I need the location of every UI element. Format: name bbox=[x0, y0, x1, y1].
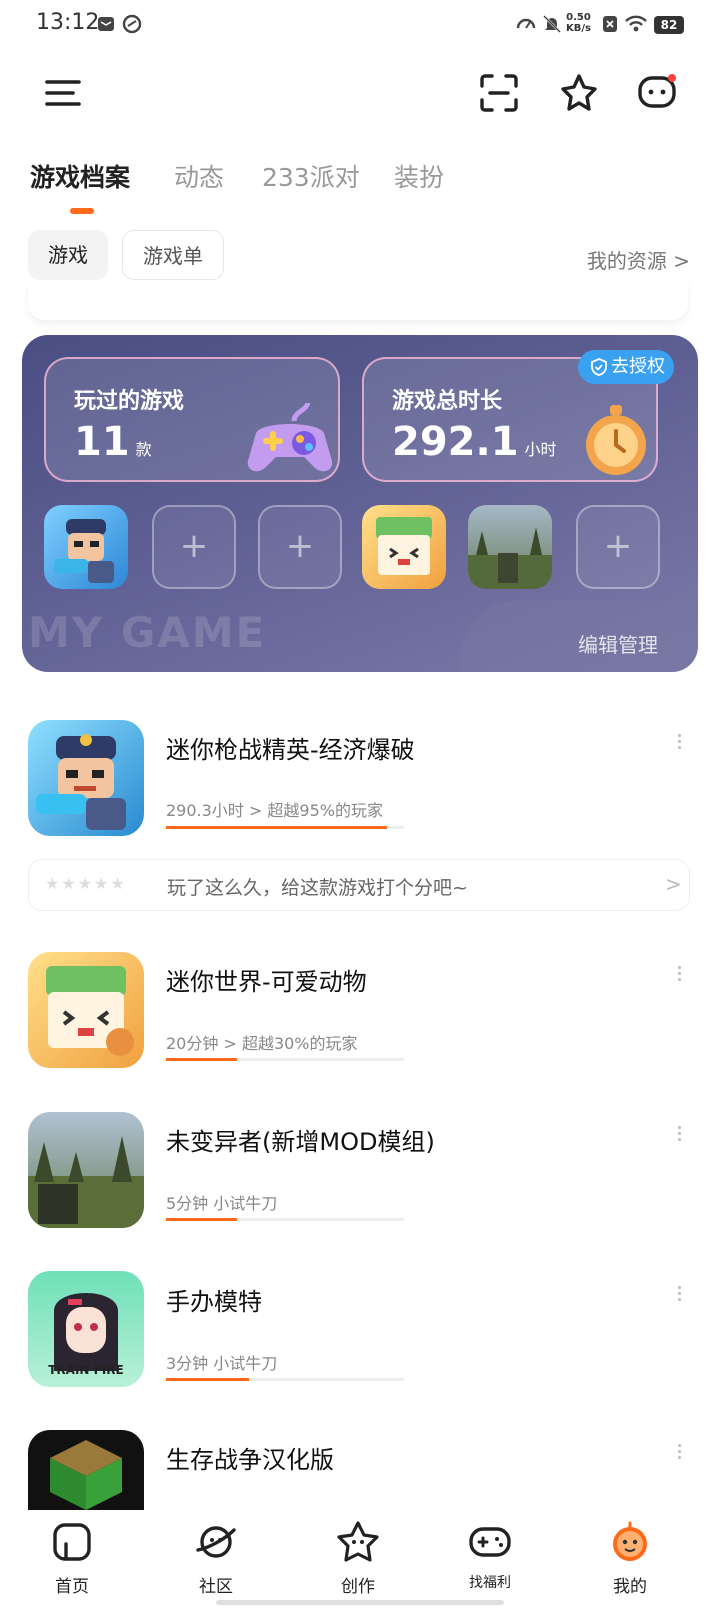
status-bar: 13:12 0.50 KB/s 82 bbox=[0, 0, 720, 50]
tab-dressup[interactable]: 装扮 bbox=[394, 158, 444, 194]
empty-game-slot[interactable]: + bbox=[576, 505, 660, 589]
rate-game-prompt[interactable]: ★★★★★ 玩了这么久，给这款游戏打个分吧~ > bbox=[28, 859, 690, 911]
game-title[interactable]: 未变异者(新增MOD模组) bbox=[166, 1122, 435, 1157]
tab-activity[interactable]: 动态 bbox=[174, 158, 224, 194]
more-options-icon[interactable] bbox=[676, 1442, 682, 1462]
played-games-label: 玩过的游戏 bbox=[74, 389, 185, 414]
nav-create[interactable]: 创作 bbox=[308, 1510, 408, 1610]
playtime-progress-bar bbox=[166, 1378, 404, 1381]
more-options-icon[interactable] bbox=[676, 1124, 682, 1144]
empty-game-slot[interactable]: + bbox=[152, 505, 236, 589]
mini-world-thumbnail-icon bbox=[376, 517, 432, 575]
game-icon[interactable] bbox=[28, 720, 144, 836]
gun-game-thumbnail-icon bbox=[54, 519, 114, 583]
nav-label: 我的 bbox=[613, 1577, 647, 1597]
game-playtime[interactable]: 3分钟 小试牛刀 bbox=[166, 1350, 277, 1374]
nav-community[interactable]: 社区 bbox=[166, 1510, 266, 1610]
avatar-icon bbox=[613, 1521, 647, 1561]
nav-home[interactable]: 首页 bbox=[22, 1510, 122, 1610]
nav-label: 社区 bbox=[199, 1577, 233, 1597]
collapsed-banner bbox=[28, 282, 688, 320]
playtime-progress-bar bbox=[166, 1218, 404, 1221]
profile-tabs: 游戏档案 动态 233派对 装扮 bbox=[28, 158, 588, 198]
filter-games-chip[interactable]: 游戏 bbox=[28, 230, 108, 280]
game-title[interactable]: 迷你世界-可爱动物 bbox=[166, 962, 367, 997]
chevron-right-icon: > bbox=[665, 872, 682, 896]
my-resources-link[interactable]: 我的资源 > bbox=[587, 245, 690, 274]
nav-label: 创作 bbox=[341, 1577, 375, 1597]
playtime-progress-fill bbox=[166, 826, 388, 829]
played-games-stat[interactable]: 玩过的游戏 11 款 bbox=[44, 357, 340, 482]
tab-party[interactable]: 233派对 bbox=[262, 158, 360, 194]
speedometer-icon bbox=[516, 18, 536, 29]
home-indicator bbox=[216, 1600, 504, 1605]
total-playtime-value: 292.1 小时 bbox=[392, 419, 557, 465]
playtime-progress-fill bbox=[166, 1218, 238, 1221]
gamepad-icon bbox=[247, 403, 333, 472]
planet-icon bbox=[196, 1526, 236, 1558]
playtime-progress-bar bbox=[166, 1058, 404, 1061]
empty-game-slot[interactable]: + bbox=[258, 505, 342, 589]
mini-world-icon bbox=[46, 966, 134, 1056]
edit-manage-button[interactable]: 编辑管理 bbox=[578, 629, 658, 658]
mail-icon bbox=[98, 17, 114, 31]
total-playtime-label: 游戏总时长 bbox=[392, 389, 503, 414]
menu-icon[interactable] bbox=[42, 72, 84, 114]
game-icon[interactable]: TRAIN FIRE bbox=[28, 1271, 144, 1387]
tab-game-profile[interactable]: 游戏档案 bbox=[30, 158, 130, 194]
bottom-nav: 首页 社区 创作 找福利 我的 bbox=[0, 1510, 720, 1612]
authorize-button[interactable]: 去授权 bbox=[578, 350, 674, 384]
recent-game-slot[interactable] bbox=[362, 505, 446, 589]
stopwatch-icon bbox=[586, 405, 646, 475]
wifi-icon bbox=[625, 15, 647, 32]
sim-off-icon bbox=[603, 16, 617, 32]
nav-rewards[interactable]: 找福利 bbox=[440, 1510, 540, 1610]
game-icon[interactable] bbox=[28, 1112, 144, 1228]
game-icon[interactable] bbox=[28, 952, 144, 1068]
game-title[interactable]: 迷你枪战精英-经济爆破 bbox=[166, 730, 415, 765]
playtime-progress-fill bbox=[166, 1058, 238, 1061]
star-face-icon bbox=[337, 1521, 379, 1562]
icon-caption: TRAIN FIRE bbox=[48, 1363, 124, 1377]
shield-check-icon bbox=[591, 358, 607, 376]
star-badge-icon[interactable] bbox=[558, 72, 600, 114]
gamepad-icon bbox=[469, 1527, 511, 1557]
clock: 13:12 bbox=[36, 10, 100, 35]
game-playtime[interactable]: 5分钟 小试牛刀 bbox=[166, 1190, 277, 1214]
nav-label: 首页 bbox=[55, 1577, 89, 1597]
gun-game-icon bbox=[36, 734, 126, 830]
more-options-icon[interactable] bbox=[676, 1284, 682, 1304]
game-playtime[interactable]: 20分钟 > 超越30%的玩家 bbox=[166, 1030, 358, 1054]
nav-me[interactable]: 我的 bbox=[580, 1510, 680, 1610]
more-options-icon[interactable] bbox=[676, 732, 682, 752]
nav-label: 找福利 bbox=[469, 1575, 511, 1591]
active-tab-indicator bbox=[70, 208, 94, 214]
home-icon bbox=[53, 1523, 91, 1561]
game-playtime[interactable]: 290.3小时 > 超越95%的玩家 bbox=[166, 797, 383, 821]
message-icon[interactable] bbox=[636, 72, 678, 114]
rating-stars[interactable]: ★★★★★ bbox=[45, 874, 127, 893]
playtime-progress-bar bbox=[166, 826, 404, 829]
app-notification-icon bbox=[122, 14, 142, 34]
recent-game-slot[interactable] bbox=[44, 505, 128, 589]
game-title[interactable]: 手办模特 bbox=[166, 1282, 262, 1317]
scan-icon[interactable] bbox=[478, 72, 520, 114]
survival-craft-icon bbox=[50, 1440, 122, 1510]
game-title[interactable]: 生存战争汉化版 bbox=[166, 1440, 334, 1475]
rate-prompt-text: 玩了这么久，给这款游戏打个分吧~ bbox=[167, 877, 468, 899]
survival-game-thumbnail-icon bbox=[468, 527, 552, 589]
unturned-icon bbox=[28, 1136, 144, 1228]
mute-bell-icon bbox=[543, 15, 561, 33]
battery-indicator: 82 bbox=[654, 16, 684, 34]
game-icon[interactable] bbox=[28, 1430, 144, 1510]
filter-gamelist-chip[interactable]: 游戏单 bbox=[122, 230, 224, 280]
net-speed: 0.50 KB/s bbox=[566, 12, 591, 34]
playtime-progress-fill bbox=[166, 1378, 250, 1381]
more-options-icon[interactable] bbox=[676, 964, 682, 984]
card-watermark: MY GAME bbox=[28, 608, 267, 657]
recent-game-slot[interactable] bbox=[468, 505, 552, 589]
authorize-label: 去授权 bbox=[611, 356, 665, 377]
played-games-value: 11 款 bbox=[74, 419, 152, 465]
